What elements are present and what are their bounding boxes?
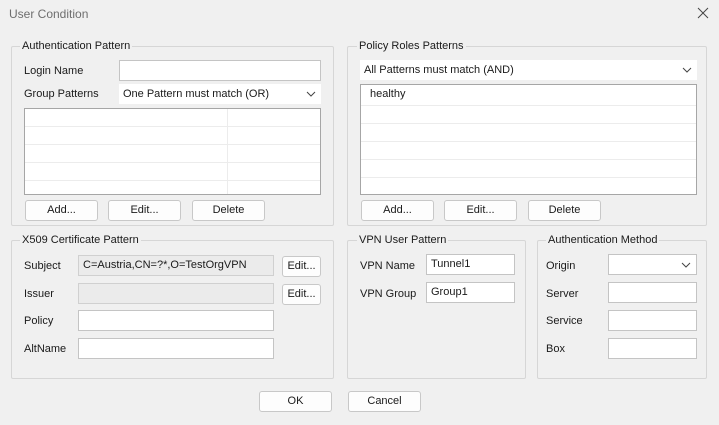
altname-label: AltName [24,343,67,355]
policy-add-button[interactable]: Add... [361,200,434,221]
chevron-down-icon [681,262,691,268]
group-delete-button[interactable]: Delete [192,200,265,221]
vpn-user-legend: VPN User Pattern [357,234,449,246]
subject-label: Subject [24,260,61,272]
server-label: Server [546,288,579,300]
list-item[interactable] [25,109,320,127]
list-item[interactable] [361,124,696,142]
x509-legend: X509 Certificate Pattern [20,234,141,246]
cancel-button[interactable]: Cancel [348,391,421,412]
list-item[interactable] [25,127,320,145]
policy-label: Policy [24,315,54,327]
server-field[interactable] [608,282,697,303]
list-item-label: healthy [370,88,406,100]
chevron-down-icon [682,67,692,73]
authentication-pattern-legend: Authentication Pattern [20,40,133,52]
list-item[interactable] [25,145,320,163]
policy-field[interactable] [78,310,274,331]
policy-roles-list[interactable]: healthy [360,84,697,195]
subject-edit-button[interactable]: Edit... [282,256,321,277]
origin-select[interactable] [608,254,697,275]
vpn-group-field[interactable]: Group1 [426,282,515,303]
list-item[interactable]: healthy [361,85,696,106]
service-label: Service [546,315,583,327]
list-item[interactable] [361,142,696,160]
list-item[interactable] [25,163,320,181]
issuer-field[interactable] [78,283,274,304]
vpn-name-field[interactable]: Tunnel1 [426,254,515,275]
box-field[interactable] [608,338,697,359]
policy-edit-button[interactable]: Edit... [444,200,517,221]
policy-delete-button[interactable]: Delete [528,200,601,221]
group-add-button[interactable]: Add... [25,200,98,221]
group-patterns-label: Group Patterns [24,88,99,100]
ok-button[interactable]: OK [259,391,332,412]
column-divider [227,109,228,194]
altname-field[interactable] [78,338,274,359]
window-title: User Condition [9,7,89,21]
list-item[interactable] [361,160,696,178]
issuer-label: Issuer [24,288,54,300]
group-edit-button[interactable]: Edit... [108,200,181,221]
origin-label: Origin [546,260,576,272]
group-patterns-list[interactable] [24,108,321,195]
service-field[interactable] [608,310,697,331]
login-name-label: Login Name [24,65,84,77]
group-patterns-select[interactable]: One Pattern must match (OR) [119,84,321,104]
subject-field[interactable]: C=Austria,CN=?*,O=TestOrgVPN [78,255,274,276]
group-patterns-selected: One Pattern must match (OR) [123,88,270,100]
policy-roles-legend: Policy Roles Patterns [357,40,466,52]
auth-method-legend: Authentication Method [546,234,660,246]
vpn-name-label: VPN Name [360,260,416,272]
issuer-edit-button[interactable]: Edit... [282,284,321,305]
login-name-field[interactable] [119,60,321,81]
chevron-down-icon [306,91,316,97]
list-item[interactable] [361,106,696,124]
box-label: Box [546,343,565,355]
policy-roles-mode-selected: All Patterns must match (AND) [364,64,514,76]
policy-roles-mode-select[interactable]: All Patterns must match (AND) [360,60,697,80]
close-icon[interactable] [696,6,710,20]
vpn-group-label: VPN Group [360,288,417,300]
list-item[interactable] [25,181,320,194]
